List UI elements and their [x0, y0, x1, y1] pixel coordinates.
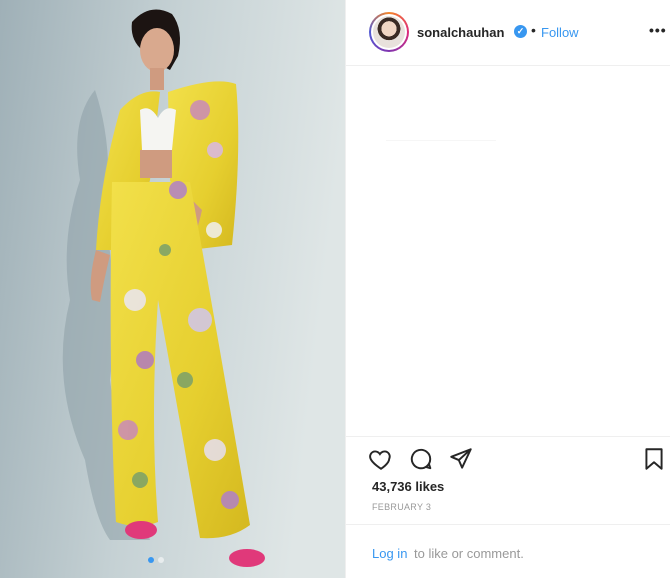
heart-icon[interactable] [368, 446, 394, 472]
faded-placeholder-line [386, 140, 496, 141]
avatar[interactable] [369, 12, 409, 52]
post-header: sonalchauhan ✓ • Follow ••• [346, 0, 670, 66]
comment-icon[interactable] [408, 446, 434, 472]
avatar-image [373, 16, 405, 48]
post-side-panel: sonalchauhan ✓ • Follow ••• 43,736 likes [345, 0, 670, 578]
carousel-dot[interactable] [158, 557, 164, 563]
login-prompt-text: to like or comment. [414, 546, 524, 561]
likes-count[interactable]: 43,736 likes [372, 479, 444, 494]
instagram-post: sonalchauhan ✓ • Follow ••• 43,736 likes [0, 0, 670, 578]
bookmark-icon[interactable] [641, 446, 667, 472]
carousel-dot-active[interactable] [148, 557, 154, 563]
follow-button[interactable]: Follow [541, 25, 579, 40]
separator-dot: • [531, 22, 536, 38]
avatar-border [371, 14, 407, 50]
post-actions-bar [346, 436, 670, 476]
verified-badge-icon: ✓ [514, 25, 527, 38]
share-icon[interactable] [448, 446, 474, 472]
login-prompt: Log in to like or comment. [346, 524, 670, 578]
fashion-photo-illustration [0, 0, 345, 578]
post-photo[interactable] [0, 0, 345, 578]
post-date[interactable]: FEBRUARY 3 [372, 502, 431, 512]
more-options-icon[interactable]: ••• [649, 22, 667, 38]
comments-area [346, 66, 670, 436]
carousel-indicator [148, 557, 164, 563]
username-link[interactable]: sonalchauhan [417, 25, 504, 40]
login-link[interactable]: Log in [372, 546, 407, 561]
